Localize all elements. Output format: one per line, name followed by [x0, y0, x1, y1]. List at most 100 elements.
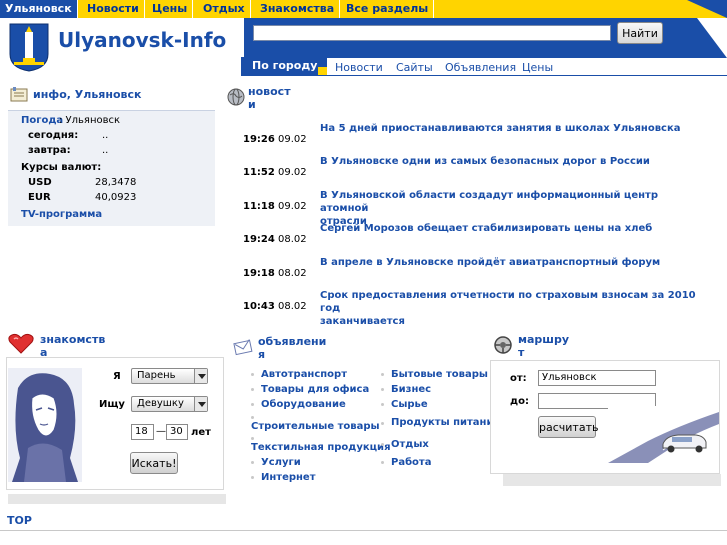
news-globe-icon: [227, 88, 245, 106]
subnav-item-news[interactable]: Новости: [335, 61, 383, 74]
top-navigation: Ульяновск Новости Цены Отдых Знакомства …: [0, 0, 727, 18]
route-heading-line2: т: [518, 346, 525, 359]
ad-category-household[interactable]: Бытовые товары: [391, 369, 488, 381]
news-link-1[interactable]: На 5 дней приостанавливаются занятия в ш…: [320, 122, 700, 135]
ad-category-food[interactable]: Продукты питания: [391, 417, 500, 429]
news-time-2-date: 09.02: [278, 167, 307, 178]
news-time-6-hour: 10:43: [243, 301, 275, 312]
dating-seek-select[interactable]: Девушку: [131, 396, 208, 412]
chevron-down-icon: [194, 397, 207, 411]
topnav-item-leisure[interactable]: Отдых: [198, 0, 251, 18]
ad-category-office[interactable]: Товары для офиса: [261, 384, 369, 396]
bullet-icon: [251, 403, 254, 406]
search-button[interactable]: Найти: [617, 22, 663, 44]
dating-panel-shadow: [8, 494, 226, 504]
ad-category-leisure[interactable]: Отдых: [391, 439, 429, 451]
dating-portrait-image: [8, 368, 82, 482]
search-input[interactable]: [253, 25, 611, 41]
info-notepad-icon: [10, 87, 28, 102]
subnav-item-sites[interactable]: Сайты: [396, 61, 433, 74]
news-time-3: 11:18 09.02: [243, 201, 307, 212]
age-to-input[interactable]: 30: [166, 424, 188, 440]
weather-link[interactable]: Погода: [21, 115, 63, 126]
subnav-divider: [241, 75, 727, 76]
today-value: ..: [102, 130, 109, 141]
dating-heading-line1: знакомств: [40, 333, 106, 346]
bullet-icon: [381, 443, 384, 446]
dating-search-button[interactable]: Искать!: [130, 452, 178, 474]
ad-category-services[interactable]: Услуги: [261, 457, 301, 469]
subnav-item-city[interactable]: По городу: [241, 57, 327, 75]
city-emblem-icon: [9, 23, 49, 72]
news-link-6-line2: заканчивается: [320, 316, 405, 327]
usd-label: USD: [28, 177, 52, 188]
heart-icon: [8, 333, 34, 354]
today-label: сегодня:: [28, 130, 79, 141]
ad-category-auto[interactable]: Автотранспорт: [261, 369, 347, 381]
subnav-item-prices[interactable]: Цены: [522, 61, 553, 74]
ads-heading-line2: я: [258, 348, 266, 361]
footer-divider: [0, 530, 727, 531]
news-link-5[interactable]: В апреле в Ульяновске пройдёт авиатрансп…: [320, 256, 700, 269]
usd-value: 28,3478: [95, 177, 137, 188]
news-link-6[interactable]: Срок предоставления отчетности по страхо…: [320, 289, 700, 328]
eur-value: 40,0923: [95, 192, 137, 203]
news-time-5-hour: 19:18: [243, 268, 275, 279]
ad-category-business[interactable]: Бизнес: [391, 384, 431, 396]
bullet-icon: [251, 461, 254, 464]
news-link-2[interactable]: В Ульяновске одни из самых безопасных до…: [320, 155, 700, 168]
topnav-item-prices[interactable]: Цены: [147, 0, 194, 18]
chevron-down-icon: [194, 369, 207, 383]
rates-label: Курсы валют:: [21, 162, 102, 173]
age-from-input[interactable]: 18: [131, 424, 154, 440]
bullet-icon: [381, 388, 384, 391]
subnav-active-corner: [318, 67, 327, 75]
news-time-5-date: 08.02: [278, 268, 307, 279]
bullet-icon: [251, 373, 254, 376]
dating-seek-label: Ищу: [99, 399, 125, 410]
news-time-1: 19:26 09.02: [243, 134, 307, 145]
ad-category-equipment[interactable]: Оборудование: [261, 399, 346, 411]
dating-i-select[interactable]: Парень: [131, 368, 208, 384]
topnav-item-ulyanovsk[interactable]: Ульяновск: [0, 0, 78, 18]
ad-category-textile[interactable]: Текстильная продукция: [251, 442, 391, 454]
news-link-3-line1: В Ульяновской области создадут информаци…: [320, 190, 658, 214]
bullet-icon: [381, 373, 384, 376]
ad-category-construction[interactable]: Строительные товары: [251, 421, 380, 433]
subnav-item-ads[interactable]: Объявления: [445, 61, 516, 74]
dating-seek-select-value: Девушку: [137, 398, 184, 409]
bullet-icon: [251, 388, 254, 391]
route-heading-line1: маршру: [518, 333, 570, 346]
bullet-icon: [381, 461, 384, 464]
eur-label: EUR: [28, 192, 51, 203]
ad-category-internet[interactable]: Интернет: [261, 472, 316, 484]
route-calculate-button[interactable]: расчитать: [538, 416, 598, 438]
news-time-3-hour: 11:18: [243, 201, 275, 212]
news-time-2: 11:52 09.02: [243, 167, 307, 178]
ad-category-raw-materials[interactable]: Сырье: [391, 399, 428, 411]
bullet-icon: [251, 437, 254, 440]
news-time-4: 19:24 08.02: [243, 234, 307, 245]
topnav-item-dating[interactable]: Знакомства: [255, 0, 341, 18]
search-panel-corner: [697, 18, 727, 58]
news-time-5: 19:18 08.02: [243, 268, 307, 279]
news-time-4-date: 08.02: [278, 234, 307, 245]
route-to-label: до:: [510, 396, 529, 407]
bullet-icon: [381, 403, 384, 406]
topnav-corner-decoration: [687, 0, 727, 18]
age-unit-label: лет: [191, 427, 211, 438]
topnav-item-news[interactable]: Новости: [82, 0, 145, 18]
top-ratings-label[interactable]: TOP: [7, 514, 32, 527]
route-from-input[interactable]: Ульяновск: [538, 370, 656, 386]
tomorrow-label: завтра:: [28, 145, 71, 156]
tv-program-link[interactable]: TV-программа: [21, 209, 102, 220]
site-logo-text[interactable]: Ulyanovsk-Info: [58, 28, 226, 52]
news-time-6: 10:43 08.02: [243, 301, 307, 312]
news-time-1-hour: 19:26: [243, 134, 275, 145]
steering-wheel-icon: [494, 336, 512, 354]
news-link-4[interactable]: Сергей Морозов обещает стабилизировать ц…: [320, 222, 700, 235]
ad-category-jobs[interactable]: Работа: [391, 457, 431, 469]
topnav-item-all-sections[interactable]: Все разделы: [341, 0, 435, 18]
news-link-6-line1: Срок предоставления отчетности по страхо…: [320, 290, 696, 314]
news-time-2-hour: 11:52: [243, 167, 275, 178]
